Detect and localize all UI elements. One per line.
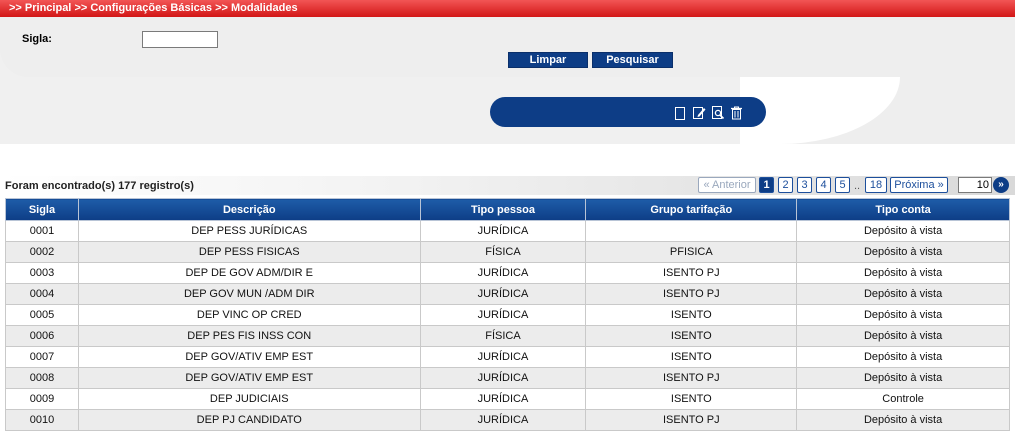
table-row[interactable]: 0005 DEP VINC OP CRED JURÍDICA ISENTO De… [5, 304, 1010, 326]
cell-tipo-conta: Depósito à vista [796, 346, 1010, 368]
cell-tipo-pessoa: JURÍDICA [419, 388, 587, 410]
table-row[interactable]: 0007 DEP GOV/ATIV EMP EST JURÍDICA ISENT… [5, 346, 1010, 368]
pager-page-5[interactable]: 5 [835, 177, 850, 193]
pager-page-4[interactable]: 4 [816, 177, 831, 193]
cell-grupo-tarifacao: PFISICA [585, 241, 798, 263]
modalidades-table: Sigla Descrição Tipo pessoa Grupo tarifa… [5, 198, 1010, 431]
cell-tipo-pessoa: FÍSICA [419, 241, 587, 263]
cell-tipo-conta: Depósito à vista [796, 220, 1010, 242]
table-row[interactable]: 0009 DEP JUDICIAIS JURÍDICA ISENTO Contr… [5, 388, 1010, 410]
cell-tipo-pessoa: FÍSICA [419, 325, 587, 347]
pager-next[interactable]: Próxima » [890, 177, 948, 193]
cell-descricao: DEP PES FIS INSS CON [77, 325, 421, 347]
breadcrumb-configuracoes[interactable]: >> Configurações Básicas [74, 2, 212, 14]
cell-descricao: DEP GOV MUN /ADM DIR [77, 283, 421, 305]
pager-page-1[interactable]: 1 [759, 177, 774, 193]
results-count: Foram encontrado(s) 177 registro(s) [5, 180, 194, 192]
cell-sigla: 0008 [5, 367, 79, 389]
pager-previous[interactable]: « Anterior [698, 177, 756, 193]
breadcrumb-modalidades: >> Modalidades [215, 2, 298, 14]
action-toolbar [490, 97, 766, 127]
cell-descricao: DEP PESS FISICAS [77, 241, 421, 263]
cell-grupo-tarifacao [585, 220, 798, 242]
cell-tipo-pessoa: JURÍDICA [419, 346, 587, 368]
pager-last-page[interactable]: 18 [865, 177, 887, 193]
cell-tipo-pessoa: JURÍDICA [419, 220, 587, 242]
breadcrumb: >> Principal >> Configurações Básicas >>… [0, 0, 1015, 17]
cell-sigla: 0006 [5, 325, 79, 347]
cell-sigla: 0010 [5, 409, 79, 431]
cell-tipo-conta: Depósito à vista [796, 409, 1010, 431]
new-icon[interactable] [675, 107, 685, 120]
pager-ellipsis: .. [854, 180, 861, 192]
view-icon[interactable] [712, 106, 725, 120]
cell-descricao: DEP DE GOV ADM/DIR E [77, 262, 421, 284]
cell-tipo-conta: Depósito à vista [796, 325, 1010, 347]
cell-sigla: 0004 [5, 283, 79, 305]
sigla-input[interactable] [142, 31, 218, 48]
cell-grupo-tarifacao: ISENTO PJ [585, 262, 798, 284]
cell-grupo-tarifacao: ISENTO PJ [585, 367, 798, 389]
cell-tipo-pessoa: JURÍDICA [419, 262, 587, 284]
table-row[interactable]: 0008 DEP GOV/ATIV EMP EST JURÍDICA ISENT… [5, 367, 1010, 389]
cell-grupo-tarifacao: ISENTO [585, 346, 798, 368]
cell-descricao: DEP GOV/ATIV EMP EST [77, 346, 421, 368]
cell-sigla: 0007 [5, 346, 79, 368]
cell-descricao: DEP VINC OP CRED [77, 304, 421, 326]
table-row[interactable]: 0003 DEP DE GOV ADM/DIR E JURÍDICA ISENT… [5, 262, 1010, 284]
cell-tipo-conta: Depósito à vista [796, 367, 1010, 389]
table-row[interactable]: 0006 DEP PES FIS INSS CON FÍSICA ISENTO … [5, 325, 1010, 347]
cell-sigla: 0001 [5, 220, 79, 242]
table-row[interactable]: 0010 DEP PJ CANDIDATO JURÍDICA ISENTO PJ… [5, 409, 1010, 431]
column-header-sigla[interactable]: Sigla [5, 198, 79, 221]
table-header-row: Sigla Descrição Tipo pessoa Grupo tarifa… [5, 198, 1010, 221]
cell-sigla: 0003 [5, 262, 79, 284]
column-header-tipo-conta[interactable]: Tipo conta [796, 198, 1010, 221]
table-row[interactable]: 0002 DEP PESS FISICAS FÍSICA PFISICA Dep… [5, 241, 1010, 263]
cell-tipo-pessoa: JURÍDICA [419, 367, 587, 389]
cell-descricao: DEP GOV/ATIV EMP EST [77, 367, 421, 389]
cell-tipo-conta: Depósito à vista [796, 304, 1010, 326]
column-header-grupo-tarifacao[interactable]: Grupo tarifação [585, 198, 798, 221]
column-header-tipo-pessoa[interactable]: Tipo pessoa [419, 198, 587, 221]
delete-icon[interactable] [730, 106, 743, 120]
cell-sigla: 0002 [5, 241, 79, 263]
pager-page-2[interactable]: 2 [778, 177, 793, 193]
cell-grupo-tarifacao: ISENTO PJ [585, 283, 798, 305]
cell-tipo-pessoa: JURÍDICA [419, 283, 587, 305]
cell-descricao: DEP PESS JURÍDICAS [77, 220, 421, 242]
clear-button[interactable]: Limpar [508, 52, 588, 68]
table-row[interactable]: 0001 DEP PESS JURÍDICAS JURÍDICA Depósit… [5, 220, 1010, 242]
cell-tipo-conta: Depósito à vista [796, 262, 1010, 284]
cell-sigla: 0009 [5, 388, 79, 410]
cell-descricao: DEP JUDICIAIS [77, 388, 421, 410]
cell-grupo-tarifacao: ISENTO [585, 304, 798, 326]
cell-descricao: DEP PJ CANDIDATO [77, 409, 421, 431]
pager-go-button[interactable]: » [993, 177, 1009, 193]
cell-grupo-tarifacao: ISENTO [585, 325, 798, 347]
cell-grupo-tarifacao: ISENTO PJ [585, 409, 798, 431]
cell-tipo-conta: Controle [796, 388, 1010, 410]
cell-grupo-tarifacao: ISENTO [585, 388, 798, 410]
search-button[interactable]: Pesquisar [592, 52, 673, 68]
page-size-input[interactable]: 10 [958, 177, 992, 193]
cell-sigla: 0005 [5, 304, 79, 326]
table-row[interactable]: 0004 DEP GOV MUN /ADM DIR JURÍDICA ISENT… [5, 283, 1010, 305]
edit-icon[interactable] [693, 106, 706, 120]
breadcrumb-principal[interactable]: >> Principal [9, 2, 71, 14]
cell-tipo-conta: Depósito à vista [796, 283, 1010, 305]
sigla-label: Sigla: [22, 33, 52, 45]
column-header-descricao[interactable]: Descrição [77, 198, 421, 221]
pager-page-3[interactable]: 3 [797, 177, 812, 193]
cell-tipo-pessoa: JURÍDICA [419, 304, 587, 326]
cell-tipo-conta: Depósito à vista [796, 241, 1010, 263]
cell-tipo-pessoa: JURÍDICA [419, 409, 587, 431]
